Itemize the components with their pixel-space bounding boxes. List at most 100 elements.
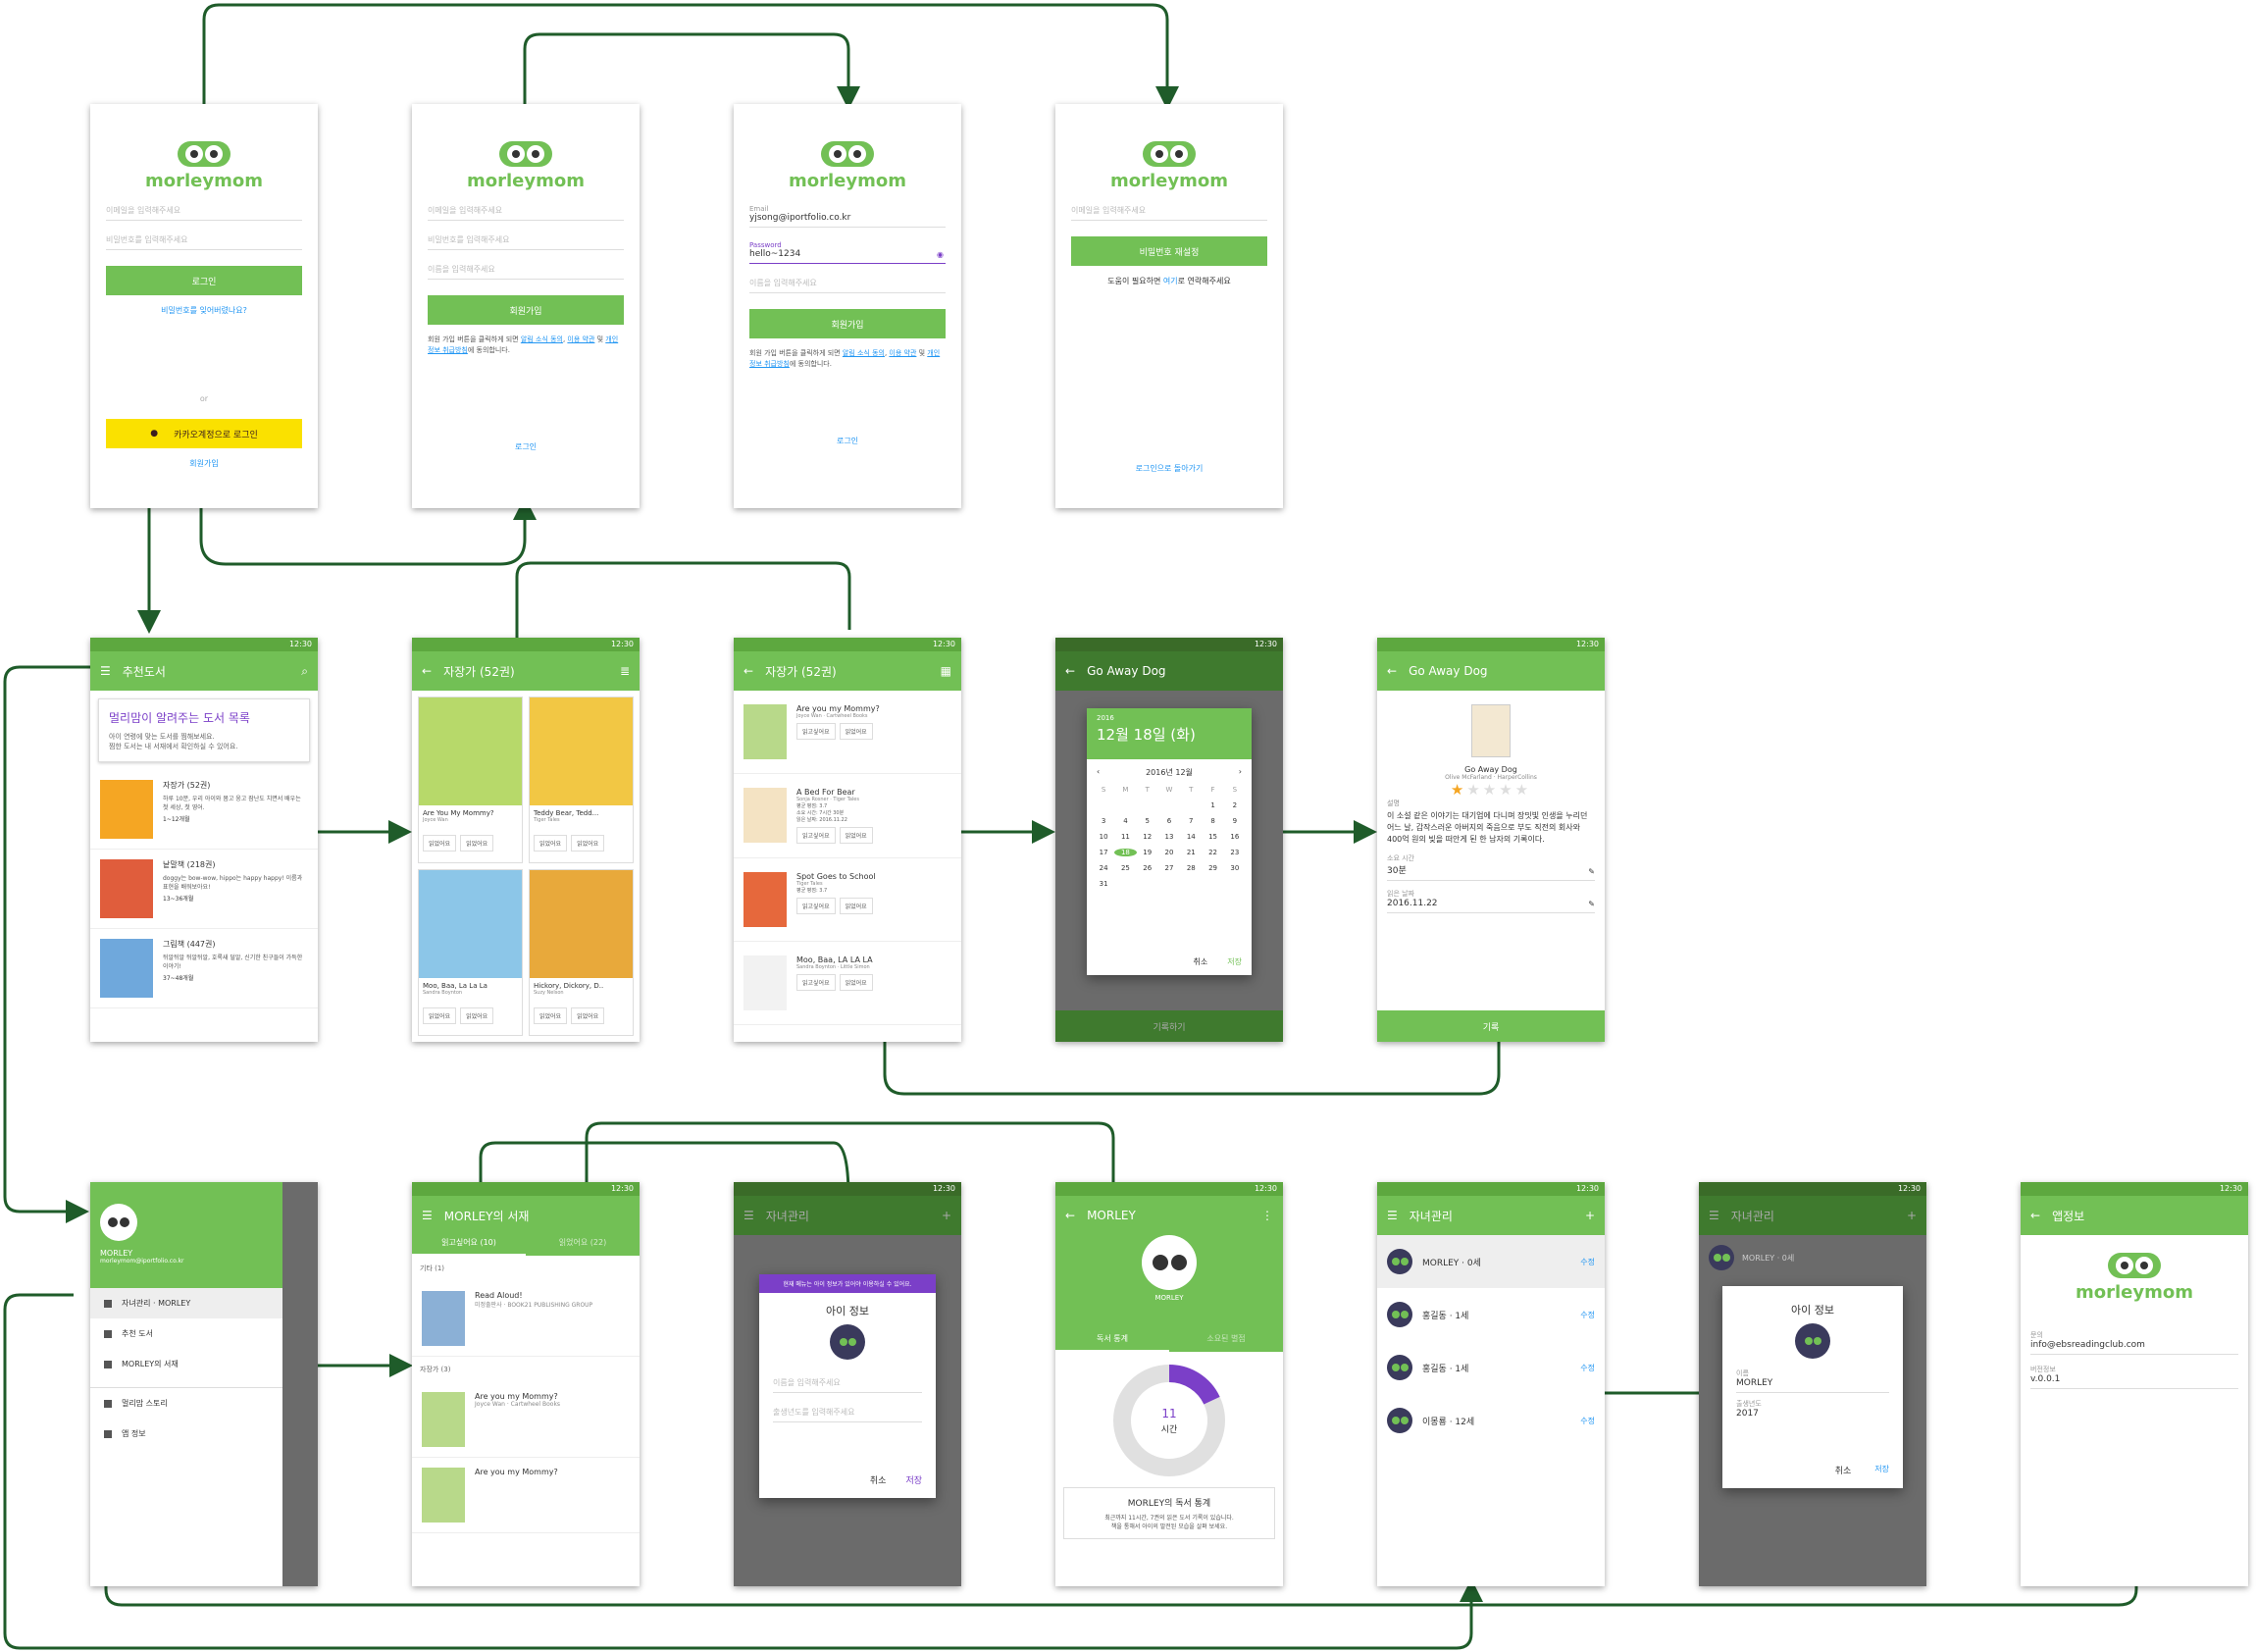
eye-icon[interactable]: ◉ bbox=[937, 250, 944, 259]
back-to-login-link[interactable]: 로그인으로 돌아가기 bbox=[1055, 463, 1283, 474]
back-icon[interactable]: ← bbox=[743, 664, 753, 678]
cal-day[interactable]: 22 bbox=[1202, 849, 1223, 856]
list-item[interactable]: Are you my Mommy? Joyce Wan · Cartwheel B… bbox=[412, 1382, 640, 1458]
password-field[interactable]: Password hello~1234 ◉ bbox=[749, 241, 946, 264]
read-button[interactable]: 읽었어요 bbox=[460, 1007, 494, 1024]
pencil-icon[interactable]: ✎ bbox=[1588, 867, 1595, 876]
read-button[interactable]: 읽었어요 bbox=[839, 898, 873, 914]
want-button[interactable]: 읽었어요 bbox=[534, 1007, 568, 1024]
signup-button[interactable]: 회원가입 bbox=[749, 309, 946, 338]
want-button[interactable]: 읽고싶어요 bbox=[796, 723, 836, 740]
birth-field[interactable]: 출생년도를 입력해주세요 bbox=[773, 1407, 922, 1422]
cal-day[interactable]: 9 bbox=[1224, 817, 1246, 825]
login-link[interactable]: 로그인 bbox=[734, 436, 961, 446]
list-item[interactable]: Moo, Baa, LA LA LA Sandra Boynton · Littl… bbox=[734, 942, 961, 1025]
read-button[interactable]: 읽었어요 bbox=[839, 827, 873, 844]
tab-read[interactable]: 읽었어요 (22) bbox=[526, 1231, 640, 1256]
drawer-item[interactable]: 추천 도서 bbox=[90, 1318, 282, 1349]
menu-icon[interactable]: ☰ bbox=[1387, 1209, 1398, 1222]
book-card[interactable]: Are You My Mommy? Joyce Wan 읽었어요 읽었어요 bbox=[418, 697, 523, 863]
drawer-item[interactable]: 멀리맘 스토리 bbox=[90, 1387, 282, 1419]
cal-day[interactable]: 1 bbox=[1202, 801, 1223, 809]
cancel-button[interactable]: 취소 bbox=[1835, 1464, 1852, 1476]
edit-button[interactable]: 수정 bbox=[1580, 1416, 1595, 1426]
cal-day[interactable]: 18 bbox=[1114, 849, 1137, 856]
want-button[interactable]: 읽고싶어요 bbox=[796, 898, 836, 914]
drawer-item[interactable]: 앱 정보 bbox=[90, 1419, 282, 1449]
drawer-item[interactable]: 자녀관리 · MORLEY bbox=[90, 1288, 282, 1318]
time-field[interactable]: 소요 시간 30분 ✎ bbox=[1387, 853, 1595, 881]
email-field[interactable]: 이메일을 입력해주세요 bbox=[1071, 205, 1267, 221]
next-month-icon[interactable]: › bbox=[1239, 767, 1242, 778]
name-field[interactable]: 이름을 입력해주세요 bbox=[428, 264, 624, 280]
name-field[interactable]: 이름을 입력해주세요 bbox=[773, 1377, 922, 1393]
password-field[interactable]: 비밀번호를 입력해주세요 bbox=[106, 234, 302, 250]
cal-day[interactable]: 25 bbox=[1114, 864, 1136, 872]
child-row[interactable]: 이몽룡 · 12세 수정 bbox=[1377, 1394, 1605, 1447]
record-button[interactable]: 기록하기 bbox=[1055, 1010, 1283, 1042]
cal-day[interactable]: 24 bbox=[1093, 864, 1114, 872]
cal-day[interactable]: 28 bbox=[1180, 864, 1202, 872]
category-item[interactable]: 그림책 (447권) 뒤알뒤알 뒤알뒤알, 호록새 덜알, 신기한 친구들이 가득… bbox=[90, 929, 318, 1008]
list-icon[interactable]: ≣ bbox=[620, 664, 630, 678]
login-button[interactable]: 로그인 bbox=[106, 266, 302, 295]
more-icon[interactable]: ⋮ bbox=[1261, 1209, 1273, 1222]
save-button[interactable]: 저장 bbox=[1227, 956, 1242, 967]
reset-button[interactable]: 비밀번호 재설정 bbox=[1071, 236, 1267, 266]
child-row[interactable]: 홍길동 · 1세 수정 bbox=[1377, 1341, 1605, 1394]
prev-month-icon[interactable]: ‹ bbox=[1097, 767, 1100, 778]
list-item[interactable]: A Bed For Bear Sonja Rosner · Tiger Tales… bbox=[734, 774, 961, 858]
child-row[interactable]: MORLEY · 0세 수정 bbox=[1377, 1235, 1605, 1288]
back-icon[interactable]: ← bbox=[1065, 1209, 1075, 1222]
tab-reading-stats[interactable]: 독서 통계 bbox=[1055, 1327, 1169, 1352]
menu-icon[interactable]: ☰ bbox=[422, 1209, 433, 1222]
list-item[interactable]: Are you my Mommy? bbox=[412, 1458, 640, 1533]
cal-day[interactable]: 2 bbox=[1224, 801, 1246, 809]
read-button[interactable]: 읽었어요 bbox=[839, 974, 873, 991]
signup-button[interactable]: 회원가입 bbox=[428, 295, 624, 325]
date-field[interactable]: 읽은 날짜 2016.11.22 ✎ bbox=[1387, 889, 1595, 913]
cal-day[interactable]: 27 bbox=[1158, 864, 1180, 872]
book-card[interactable]: Hickory, Dickory, D.. Suzy Nelson 읽었어요 읽었어요 bbox=[529, 869, 634, 1036]
cal-day[interactable]: 10 bbox=[1093, 833, 1114, 841]
cal-day[interactable]: 13 bbox=[1158, 833, 1180, 841]
cal-day[interactable]: 31 bbox=[1093, 880, 1114, 888]
cal-day[interactable]: 30 bbox=[1224, 864, 1246, 872]
cancel-button[interactable]: 취소 bbox=[1194, 956, 1208, 967]
edit-button[interactable]: 수정 bbox=[1580, 1257, 1595, 1267]
cal-day[interactable]: 23 bbox=[1224, 849, 1246, 856]
save-button[interactable]: 저장 bbox=[905, 1473, 922, 1486]
record-button[interactable]: 기록 bbox=[1377, 1010, 1605, 1042]
book-card[interactable]: Teddy Bear, Tedd... Tiger Tales 읽었어요 읽었어요 bbox=[529, 697, 634, 863]
child-row[interactable]: 홍길동 · 1세 수정 bbox=[1377, 1288, 1605, 1341]
add-icon[interactable]: + bbox=[1585, 1209, 1595, 1222]
want-button[interactable]: 읽었어요 bbox=[423, 1007, 457, 1024]
signup-link[interactable]: 회원가입 bbox=[90, 458, 318, 469]
cal-day[interactable]: 20 bbox=[1158, 849, 1180, 856]
cal-day[interactable]: 19 bbox=[1137, 849, 1158, 856]
list-item[interactable]: Spot Goes to School Tiger Tales 평균 평점: 3.7… bbox=[734, 858, 961, 942]
email-field[interactable]: 이메일을 입력해주세요 bbox=[106, 205, 302, 221]
read-button[interactable]: 읽었어요 bbox=[460, 835, 494, 852]
read-button[interactable]: 읽었어요 bbox=[839, 723, 873, 740]
want-button[interactable]: 읽었어요 bbox=[534, 835, 568, 852]
kakao-login-button[interactable]: ● 카카오계정으로 로그인 bbox=[106, 419, 302, 448]
read-button[interactable]: 읽었어요 bbox=[571, 835, 605, 852]
back-icon[interactable]: ← bbox=[422, 664, 432, 678]
menu-icon[interactable]: ☰ bbox=[1709, 1209, 1719, 1222]
cal-day[interactable]: 6 bbox=[1158, 817, 1180, 825]
add-icon[interactable]: + bbox=[942, 1209, 951, 1222]
edit-button[interactable]: 수정 bbox=[1580, 1363, 1595, 1373]
want-button[interactable]: 읽고싶어요 bbox=[796, 974, 836, 991]
drawer-item[interactable]: MORLEY의 서재 bbox=[90, 1349, 282, 1379]
want-button[interactable]: 읽었어요 bbox=[423, 835, 457, 852]
email-field[interactable]: 이메일을 입력해주세요 bbox=[428, 205, 624, 221]
cal-day[interactable]: 14 bbox=[1180, 833, 1202, 841]
cal-day[interactable]: 29 bbox=[1202, 864, 1223, 872]
cal-day[interactable]: 7 bbox=[1180, 817, 1202, 825]
cal-day[interactable]: 4 bbox=[1114, 817, 1136, 825]
add-icon[interactable]: + bbox=[1907, 1209, 1917, 1222]
menu-icon[interactable]: ☰ bbox=[743, 1209, 754, 1222]
grid-icon[interactable]: ▦ bbox=[941, 664, 951, 678]
back-icon[interactable]: ← bbox=[1065, 664, 1075, 678]
